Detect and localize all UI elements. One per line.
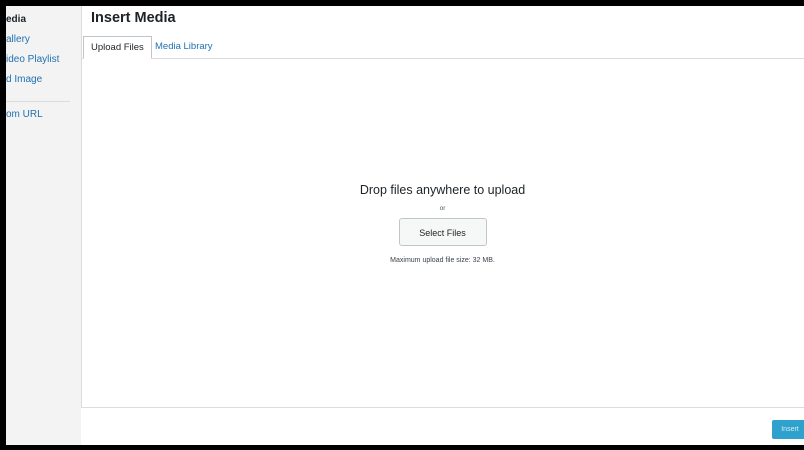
insert-button[interactable]: Insert [772, 420, 804, 439]
media-modal: edia allery ideo Playlist d Image om URL… [6, 6, 804, 445]
sidebar-item-video-playlist[interactable]: ideo Playlist [6, 54, 59, 65]
or-separator-text: or [439, 205, 446, 212]
sidebar-item-featured-image[interactable]: d Image [6, 74, 42, 85]
media-toolbar: Insert [81, 407, 804, 445]
sidebar-item-create-gallery[interactable]: allery [6, 34, 30, 45]
media-sidebar: edia allery ideo Playlist d Image om URL [6, 6, 82, 445]
select-files-button[interactable]: Select Files [398, 218, 487, 246]
tab-media-library[interactable]: Media Library [148, 36, 220, 57]
tab-upload-files[interactable]: Upload Files [83, 36, 152, 59]
sidebar-separator [6, 101, 70, 102]
upload-instructions: Drop files anywhere to upload or Select … [81, 183, 804, 264]
max-upload-size-text: Maximum upload file size: 32 MB. [390, 257, 495, 264]
media-tabs: Upload Files Media Library [81, 36, 804, 59]
modal-title: Insert Media [91, 10, 176, 26]
drop-files-heading: Drop files anywhere to upload [359, 183, 526, 197]
upload-drop-area[interactable]: Drop files anywhere to upload or Select … [81, 59, 804, 407]
sidebar-item-insert-media[interactable]: edia [6, 14, 26, 25]
sidebar-item-insert-from-url[interactable]: om URL [6, 109, 43, 120]
